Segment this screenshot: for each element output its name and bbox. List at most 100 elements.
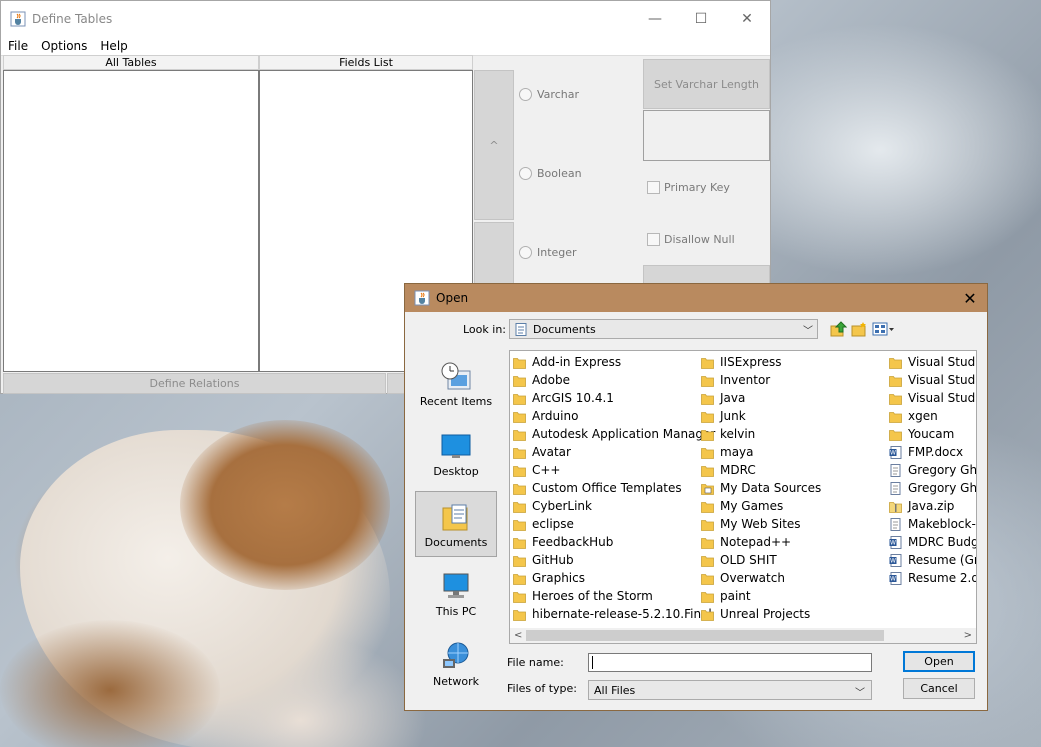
file-list-item[interactable]: CyberLink (513, 497, 715, 515)
places-bar: Recent Items Desktop Documents This PC N… (415, 351, 499, 688)
file-item-label: OLD SHIT (720, 553, 777, 567)
close-button[interactable]: ✕ (724, 1, 770, 37)
file-list-item[interactable]: My Web Sites (701, 515, 821, 533)
up-one-level-icon[interactable] (830, 321, 847, 337)
file-item-label: Java (720, 391, 746, 405)
radio-integer[interactable]: Integer (519, 246, 577, 259)
file-list-item[interactable]: xgen (889, 407, 976, 425)
place-network[interactable]: Network (415, 631, 497, 697)
file-list-item[interactable]: Heroes of the Storm (513, 587, 715, 605)
scroll-left-icon[interactable]: < (514, 628, 522, 643)
file-item-label: eclipse (532, 517, 574, 531)
file-list-item[interactable]: maya (701, 443, 821, 461)
disallow-null-checkbox[interactable]: Disallow Null (647, 233, 735, 246)
file-list-item[interactable]: W Resume (Greg (889, 551, 976, 569)
file-list-item[interactable]: W Resume 2.doc (889, 569, 976, 587)
menu-options[interactable]: Options (34, 39, 93, 53)
place-recent-items[interactable]: Recent Items (415, 351, 497, 417)
file-list-item[interactable]: Custom Office Templates (513, 479, 715, 497)
horizontal-scrollbar[interactable]: < > (510, 628, 976, 643)
file-list-item[interactable]: My Data Sources (701, 479, 821, 497)
file-list-item[interactable]: W FMP.docx (889, 443, 976, 461)
scroll-thumb[interactable] (526, 630, 884, 641)
radio-boolean-label: Boolean (537, 167, 582, 180)
define-relations-button[interactable]: Define Relations (3, 373, 386, 394)
file-item-label: My Data Sources (720, 481, 822, 495)
radio-boolean[interactable]: Boolean (519, 167, 582, 180)
varchar-length-field[interactable] (643, 110, 770, 161)
file-list-item[interactable]: Visual Studio (889, 353, 976, 371)
file-item-label: FeedbackHub (532, 535, 614, 549)
radio-varchar[interactable]: Varchar (519, 88, 579, 101)
file-list-item[interactable]: Inventor (701, 371, 821, 389)
file-column-2: IISExpress Inventor Java Junk kelvin maya MDRC… (701, 353, 821, 623)
file-list-item[interactable]: Avatar (513, 443, 715, 461)
look-in-combo[interactable]: Documents ﹀ (509, 319, 818, 339)
minimize-button[interactable]: — (632, 1, 678, 37)
file-list-item[interactable]: My Games (701, 497, 821, 515)
primary-key-checkbox[interactable]: Primary Key (647, 181, 730, 194)
file-list-item[interactable]: C++ (513, 461, 715, 479)
menu-help[interactable]: Help (93, 39, 133, 53)
file-list-item[interactable]: eclipse (513, 515, 715, 533)
file-list-item[interactable]: W MDRC Budge (889, 533, 976, 551)
file-list-item[interactable]: paint (701, 587, 821, 605)
dialog-close-button[interactable]: ✕ (953, 284, 987, 312)
file-list-item[interactable]: IISExpress (701, 353, 821, 371)
place-desktop[interactable]: Desktop (415, 421, 497, 487)
file-list-item[interactable]: FeedbackHub (513, 533, 715, 551)
maximize-button[interactable]: ☐ (678, 1, 724, 37)
window-titlebar[interactable]: Define Tables — ☐ ✕ (1, 1, 770, 37)
file-list-item[interactable]: Makeblock-L (889, 515, 976, 533)
file-list-item[interactable]: Graphics (513, 569, 715, 587)
menu-file[interactable]: File (1, 39, 34, 53)
file-list-item[interactable]: Gregory Ghiro (889, 461, 976, 479)
file-item-label: FMP.docx (908, 445, 964, 459)
view-menu-icon[interactable] (872, 321, 896, 337)
file-list-item[interactable]: Visual Studio (889, 371, 976, 389)
folder-icon (513, 501, 526, 513)
file-list-item[interactable]: Visual Studio (889, 389, 976, 407)
place-documents[interactable]: Documents (415, 491, 497, 557)
files-of-type-combo[interactable]: All Files ﹀ (588, 680, 872, 700)
file-list-item[interactable]: GitHub (513, 551, 715, 569)
file-name-input[interactable] (588, 653, 872, 672)
file-list-item[interactable]: Add-in Express (513, 353, 715, 371)
all-tables-list[interactable] (3, 70, 259, 372)
file-list-item[interactable]: Unreal Projects (701, 605, 821, 623)
open-button[interactable]: Open (903, 651, 975, 672)
file-list-item[interactable]: Java.zip (889, 497, 976, 515)
folder-icon (889, 393, 902, 405)
file-list-item[interactable]: OLD SHIT (701, 551, 821, 569)
file-list-item[interactable]: MDRC (701, 461, 821, 479)
close-icon: ✕ (741, 11, 753, 27)
file-list-item[interactable]: hibernate-release-5.2.10.Final (513, 605, 715, 623)
folder-icon (889, 411, 902, 423)
chevron-down-icon: ﹀ (803, 326, 813, 337)
primary-key-label: Primary Key (664, 181, 730, 194)
file-list-item[interactable]: Junk (701, 407, 821, 425)
file-list-item[interactable]: Java (701, 389, 821, 407)
file-list-pane[interactable]: Add-in Express Adobe ArcGIS 10.4.1 Arduino A… (509, 350, 977, 644)
file-list-item[interactable]: Gregory Ghiro (889, 479, 976, 497)
word-document-icon: W (889, 553, 902, 567)
dialog-titlebar[interactable]: Open ✕ (405, 284, 987, 312)
file-list-item[interactable]: ArcGIS 10.4.1 (513, 389, 715, 407)
file-list-item[interactable]: Overwatch (701, 569, 821, 587)
file-list-item[interactable]: Youcam (889, 425, 976, 443)
new-folder-icon[interactable] (851, 321, 868, 337)
folder-icon (701, 411, 714, 423)
place-this-pc[interactable]: This PC (415, 561, 497, 627)
file-list-item[interactable]: kelvin (701, 425, 821, 443)
move-up-button[interactable]: ^ (474, 70, 514, 220)
cancel-button[interactable]: Cancel (903, 678, 975, 699)
file-list-item[interactable]: Autodesk Application Manager (513, 425, 715, 443)
file-list-item[interactable]: Arduino (513, 407, 715, 425)
file-list-item[interactable]: Adobe (513, 371, 715, 389)
file-list-item[interactable]: Notepad++ (701, 533, 821, 551)
scroll-right-icon[interactable]: > (964, 628, 972, 643)
wallpaper-dog-brown-patch-lower (0, 620, 220, 747)
set-varchar-length-button[interactable]: Set Varchar Length (643, 59, 770, 109)
file-item-label: Heroes of the Storm (532, 589, 653, 603)
folder-icon (701, 573, 714, 585)
